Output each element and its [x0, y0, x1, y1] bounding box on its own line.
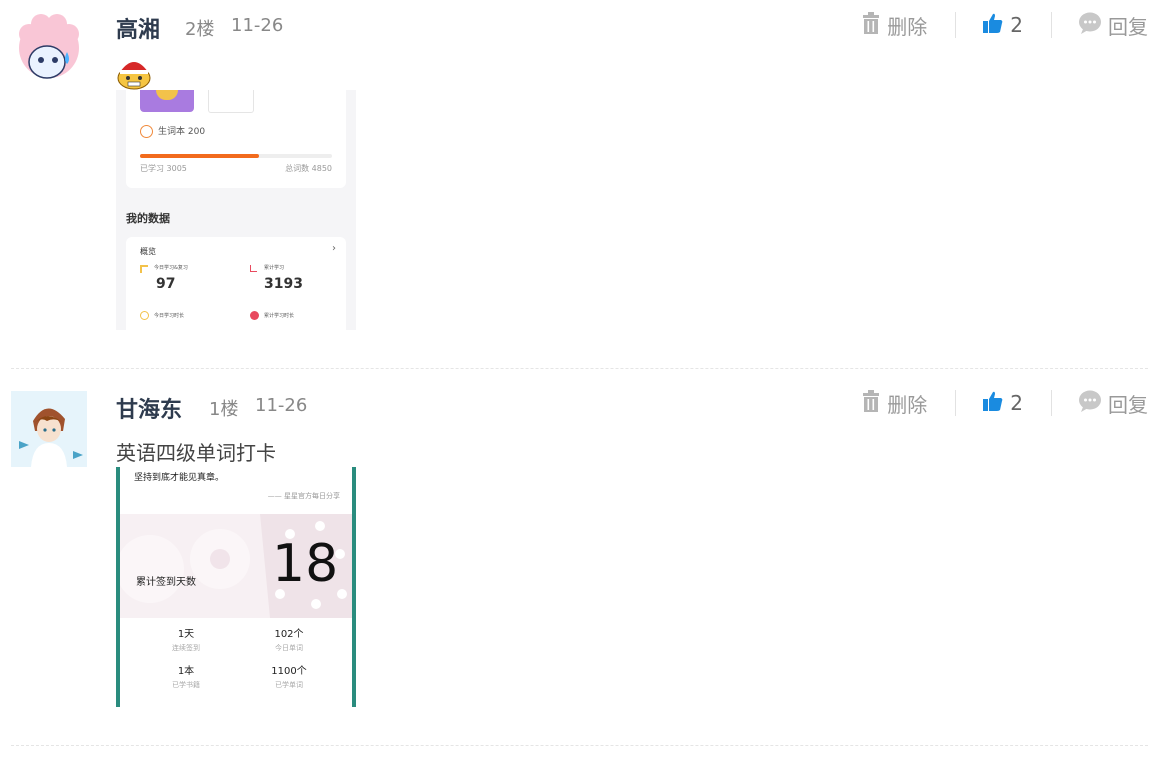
today-icon	[140, 265, 148, 273]
divider	[955, 390, 957, 416]
post-date: 11-26	[231, 15, 284, 36]
avatar[interactable]	[11, 12, 87, 88]
reply-label: 回复	[1108, 14, 1148, 39]
thumbs-up-icon	[982, 390, 1004, 417]
chat-bubble-icon	[1078, 12, 1102, 39]
like-button[interactable]: 2	[982, 390, 1023, 417]
my-data-title: 我的数据	[126, 212, 170, 225]
checkin-label: 累计签到天数	[136, 577, 196, 588]
progress-fill	[140, 154, 260, 158]
clock-icon	[140, 311, 149, 320]
quote-source: —— 星星官方每日分享	[267, 492, 340, 500]
delete-button[interactable]: 删除	[861, 11, 927, 40]
reply-label: 回复	[1108, 392, 1148, 417]
like-button[interactable]: 2	[982, 12, 1023, 39]
author-name[interactable]: 高湘	[116, 12, 160, 44]
attached-image[interactable]: 生词本 200 已学习 3005 总词数 4850 我的数据 概览 › 今日学习…	[116, 90, 356, 330]
check-icon	[140, 125, 153, 138]
reply-button[interactable]: 回复	[1078, 11, 1148, 40]
floor-number: 1楼	[209, 399, 239, 420]
total-label: 总词数 4850	[285, 164, 332, 173]
avatar[interactable]	[11, 391, 87, 467]
like-count: 2	[1010, 13, 1023, 37]
streak-value: 1天	[177, 629, 195, 640]
wordbook-card: 生词本 200 已学习 3005 总词数 4850	[126, 90, 346, 188]
cumulative-label: 累计学习	[264, 265, 285, 271]
today-label: 今日学习&复习	[154, 265, 188, 271]
book-cover	[140, 90, 194, 112]
learned-label: 已学习 3005	[140, 164, 187, 173]
chat-bubble-icon	[1078, 390, 1102, 417]
comment-text: 英语四级单词打卡	[116, 441, 276, 465]
emoji-icon	[116, 56, 152, 90]
post-divider	[11, 368, 1148, 369]
comment-actions: 删除 2 回复	[861, 11, 1148, 39]
today-time-label: 今日学习时长	[154, 313, 185, 319]
overview-label: 概览	[140, 247, 156, 256]
streak-label: 连续签到	[172, 644, 200, 652]
reply-button[interactable]: 回复	[1078, 389, 1148, 418]
clock-filled-icon	[250, 311, 259, 320]
floor-number: 2楼	[185, 19, 215, 40]
author-name[interactable]: 甘海东	[116, 392, 182, 424]
delete-button[interactable]: 删除	[861, 389, 927, 418]
progress-track	[140, 154, 332, 158]
divider	[1051, 12, 1052, 38]
trash-icon	[861, 11, 881, 39]
divider	[955, 12, 957, 38]
data-card: 概览 › 今日学习&复习 97 累计学习 3193 今日学习时长 累计学习时长	[126, 237, 346, 330]
cumulative-value: 3193	[264, 276, 303, 292]
learned-words-value: 1100个	[271, 666, 307, 677]
attached-image[interactable]: 坚持到底才能见真章。 —— 星星官方每日分享 累计签到天数 18 1天 连续签到…	[116, 467, 356, 707]
like-count: 2	[1010, 391, 1023, 415]
checkin-value: 18	[272, 534, 339, 594]
books-value: 1本	[177, 666, 195, 677]
learned-words-label: 已学单词	[275, 681, 303, 689]
post-divider	[11, 745, 1148, 746]
wordbook-label: 生词本 200	[158, 127, 206, 137]
book-placeholder	[208, 90, 254, 113]
post-date: 11-26	[255, 395, 308, 416]
trash-icon	[861, 389, 881, 417]
divider	[1051, 390, 1052, 416]
chevron-right-icon[interactable]: ›	[332, 243, 336, 254]
delete-label: 删除	[887, 392, 928, 417]
delete-label: 删除	[887, 14, 928, 39]
chart-icon	[250, 265, 257, 272]
today-words-label: 今日单词	[275, 644, 303, 652]
checkin-banner: 累计签到天数 18	[120, 514, 352, 618]
total-time-label: 累计学习时长	[264, 313, 295, 319]
comment-actions: 删除 2 回复	[861, 389, 1148, 417]
books-label: 已学书籍	[172, 681, 200, 689]
today-words-value: 102个	[274, 629, 304, 640]
thumbs-up-icon	[982, 12, 1004, 39]
daily-quote: 坚持到底才能见真章。	[134, 473, 225, 483]
today-value: 97	[156, 276, 176, 292]
frame-right	[352, 467, 356, 707]
